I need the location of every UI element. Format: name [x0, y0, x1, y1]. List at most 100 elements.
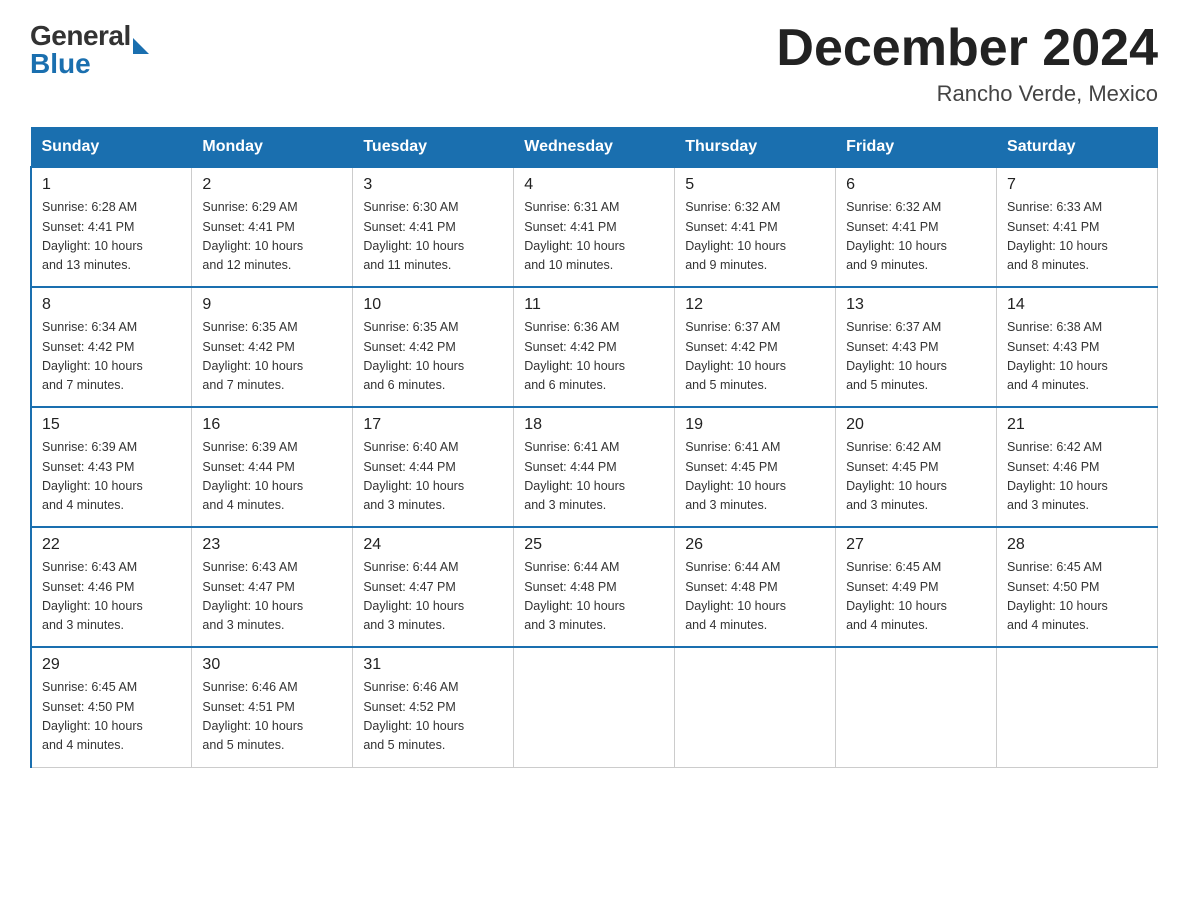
calendar-week-row: 29 Sunrise: 6:45 AMSunset: 4:50 PMDaylig… [31, 647, 1158, 767]
table-row: 23 Sunrise: 6:43 AMSunset: 4:47 PMDaylig… [192, 527, 353, 647]
table-row [997, 647, 1158, 767]
day-number: 11 [524, 296, 664, 314]
table-row: 27 Sunrise: 6:45 AMSunset: 4:49 PMDaylig… [836, 527, 997, 647]
day-info: Sunrise: 6:33 AMSunset: 4:41 PMDaylight:… [1007, 200, 1108, 272]
day-number: 26 [685, 536, 825, 554]
table-row: 10 Sunrise: 6:35 AMSunset: 4:42 PMDaylig… [353, 287, 514, 407]
day-info: Sunrise: 6:45 AMSunset: 4:50 PMDaylight:… [1007, 560, 1108, 632]
table-row: 11 Sunrise: 6:36 AMSunset: 4:42 PMDaylig… [514, 287, 675, 407]
day-number: 18 [524, 416, 664, 434]
day-info: Sunrise: 6:31 AMSunset: 4:41 PMDaylight:… [524, 200, 625, 272]
calendar-week-row: 8 Sunrise: 6:34 AMSunset: 4:42 PMDayligh… [31, 287, 1158, 407]
col-header-sunday: Sunday [31, 128, 192, 168]
table-row: 18 Sunrise: 6:41 AMSunset: 4:44 PMDaylig… [514, 407, 675, 527]
day-info: Sunrise: 6:44 AMSunset: 4:47 PMDaylight:… [363, 560, 464, 632]
calendar-week-row: 15 Sunrise: 6:39 AMSunset: 4:43 PMDaylig… [31, 407, 1158, 527]
day-info: Sunrise: 6:44 AMSunset: 4:48 PMDaylight:… [685, 560, 786, 632]
table-row: 3 Sunrise: 6:30 AMSunset: 4:41 PMDayligh… [353, 167, 514, 287]
title-block: December 2024 Rancho Verde, Mexico [776, 20, 1158, 107]
table-row [836, 647, 997, 767]
table-row: 5 Sunrise: 6:32 AMSunset: 4:41 PMDayligh… [675, 167, 836, 287]
day-number: 7 [1007, 176, 1147, 194]
table-row: 29 Sunrise: 6:45 AMSunset: 4:50 PMDaylig… [31, 647, 192, 767]
table-row: 28 Sunrise: 6:45 AMSunset: 4:50 PMDaylig… [997, 527, 1158, 647]
day-info: Sunrise: 6:40 AMSunset: 4:44 PMDaylight:… [363, 440, 464, 512]
day-number: 3 [363, 176, 503, 194]
col-header-monday: Monday [192, 128, 353, 168]
calendar-week-row: 1 Sunrise: 6:28 AMSunset: 4:41 PMDayligh… [31, 167, 1158, 287]
day-info: Sunrise: 6:34 AMSunset: 4:42 PMDaylight:… [42, 320, 143, 392]
logo: General Blue [30, 20, 149, 80]
day-info: Sunrise: 6:36 AMSunset: 4:42 PMDaylight:… [524, 320, 625, 392]
day-info: Sunrise: 6:45 AMSunset: 4:49 PMDaylight:… [846, 560, 947, 632]
day-number: 22 [42, 536, 181, 554]
day-info: Sunrise: 6:41 AMSunset: 4:44 PMDaylight:… [524, 440, 625, 512]
table-row: 2 Sunrise: 6:29 AMSunset: 4:41 PMDayligh… [192, 167, 353, 287]
day-info: Sunrise: 6:37 AMSunset: 4:42 PMDaylight:… [685, 320, 786, 392]
table-row: 30 Sunrise: 6:46 AMSunset: 4:51 PMDaylig… [192, 647, 353, 767]
table-row: 21 Sunrise: 6:42 AMSunset: 4:46 PMDaylig… [997, 407, 1158, 527]
table-row: 25 Sunrise: 6:44 AMSunset: 4:48 PMDaylig… [514, 527, 675, 647]
day-info: Sunrise: 6:28 AMSunset: 4:41 PMDaylight:… [42, 200, 143, 272]
day-info: Sunrise: 6:46 AMSunset: 4:52 PMDaylight:… [363, 680, 464, 752]
day-number: 14 [1007, 296, 1147, 314]
table-row: 15 Sunrise: 6:39 AMSunset: 4:43 PMDaylig… [31, 407, 192, 527]
table-row: 8 Sunrise: 6:34 AMSunset: 4:42 PMDayligh… [31, 287, 192, 407]
day-number: 2 [202, 176, 342, 194]
day-info: Sunrise: 6:29 AMSunset: 4:41 PMDaylight:… [202, 200, 303, 272]
col-header-thursday: Thursday [675, 128, 836, 168]
day-number: 31 [363, 656, 503, 674]
day-info: Sunrise: 6:35 AMSunset: 4:42 PMDaylight:… [363, 320, 464, 392]
calendar-week-row: 22 Sunrise: 6:43 AMSunset: 4:46 PMDaylig… [31, 527, 1158, 647]
table-row: 26 Sunrise: 6:44 AMSunset: 4:48 PMDaylig… [675, 527, 836, 647]
day-info: Sunrise: 6:43 AMSunset: 4:46 PMDaylight:… [42, 560, 143, 632]
day-info: Sunrise: 6:32 AMSunset: 4:41 PMDaylight:… [685, 200, 786, 272]
day-number: 12 [685, 296, 825, 314]
table-row: 12 Sunrise: 6:37 AMSunset: 4:42 PMDaylig… [675, 287, 836, 407]
calendar-subtitle: Rancho Verde, Mexico [776, 81, 1158, 107]
day-number: 4 [524, 176, 664, 194]
day-number: 5 [685, 176, 825, 194]
day-info: Sunrise: 6:32 AMSunset: 4:41 PMDaylight:… [846, 200, 947, 272]
day-number: 9 [202, 296, 342, 314]
table-row [514, 647, 675, 767]
day-info: Sunrise: 6:30 AMSunset: 4:41 PMDaylight:… [363, 200, 464, 272]
day-info: Sunrise: 6:42 AMSunset: 4:46 PMDaylight:… [1007, 440, 1108, 512]
day-number: 1 [42, 176, 181, 194]
col-header-friday: Friday [836, 128, 997, 168]
day-number: 24 [363, 536, 503, 554]
col-header-wednesday: Wednesday [514, 128, 675, 168]
table-row: 24 Sunrise: 6:44 AMSunset: 4:47 PMDaylig… [353, 527, 514, 647]
table-row: 17 Sunrise: 6:40 AMSunset: 4:44 PMDaylig… [353, 407, 514, 527]
day-info: Sunrise: 6:35 AMSunset: 4:42 PMDaylight:… [202, 320, 303, 392]
day-info: Sunrise: 6:38 AMSunset: 4:43 PMDaylight:… [1007, 320, 1108, 392]
day-number: 28 [1007, 536, 1147, 554]
day-number: 20 [846, 416, 986, 434]
day-number: 19 [685, 416, 825, 434]
calendar-title: December 2024 [776, 20, 1158, 77]
table-row: 19 Sunrise: 6:41 AMSunset: 4:45 PMDaylig… [675, 407, 836, 527]
logo-blue-text: Blue [30, 48, 149, 80]
day-number: 25 [524, 536, 664, 554]
day-number: 17 [363, 416, 503, 434]
table-row: 22 Sunrise: 6:43 AMSunset: 4:46 PMDaylig… [31, 527, 192, 647]
day-info: Sunrise: 6:39 AMSunset: 4:43 PMDaylight:… [42, 440, 143, 512]
day-info: Sunrise: 6:41 AMSunset: 4:45 PMDaylight:… [685, 440, 786, 512]
table-row: 6 Sunrise: 6:32 AMSunset: 4:41 PMDayligh… [836, 167, 997, 287]
day-number: 13 [846, 296, 986, 314]
table-row: 9 Sunrise: 6:35 AMSunset: 4:42 PMDayligh… [192, 287, 353, 407]
day-number: 15 [42, 416, 181, 434]
day-number: 30 [202, 656, 342, 674]
day-info: Sunrise: 6:43 AMSunset: 4:47 PMDaylight:… [202, 560, 303, 632]
table-row: 31 Sunrise: 6:46 AMSunset: 4:52 PMDaylig… [353, 647, 514, 767]
day-info: Sunrise: 6:46 AMSunset: 4:51 PMDaylight:… [202, 680, 303, 752]
table-row: 4 Sunrise: 6:31 AMSunset: 4:41 PMDayligh… [514, 167, 675, 287]
day-info: Sunrise: 6:45 AMSunset: 4:50 PMDaylight:… [42, 680, 143, 752]
table-row: 7 Sunrise: 6:33 AMSunset: 4:41 PMDayligh… [997, 167, 1158, 287]
day-number: 21 [1007, 416, 1147, 434]
calendar-header-row: Sunday Monday Tuesday Wednesday Thursday… [31, 128, 1158, 168]
day-info: Sunrise: 6:39 AMSunset: 4:44 PMDaylight:… [202, 440, 303, 512]
day-number: 16 [202, 416, 342, 434]
table-row [675, 647, 836, 767]
table-row: 13 Sunrise: 6:37 AMSunset: 4:43 PMDaylig… [836, 287, 997, 407]
